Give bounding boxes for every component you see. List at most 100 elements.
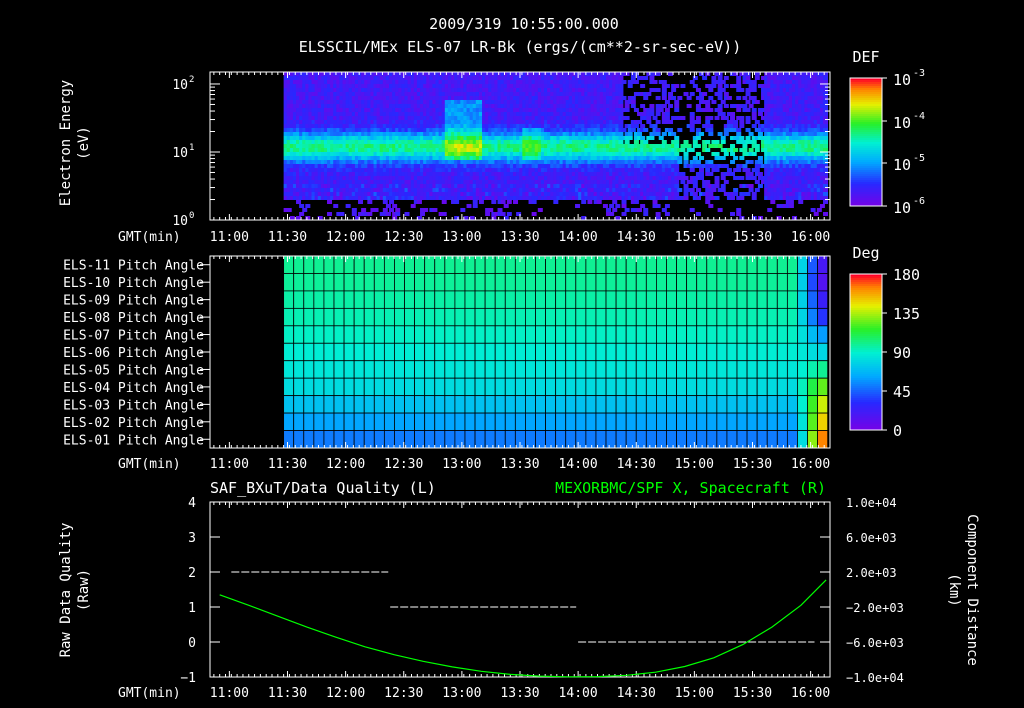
spectrogram-cell (649, 104, 655, 108)
spectrogram-cell (689, 92, 695, 96)
spectrogram-cell (699, 172, 705, 176)
spectrogram-cell (612, 200, 618, 204)
spectrogram-cell (745, 100, 751, 104)
spectrogram-cell (420, 212, 426, 216)
spectrogram-cell (615, 204, 621, 208)
spectrogram-cell (302, 208, 308, 212)
spectrogram-cell (497, 208, 503, 212)
spectrogram-cell (708, 116, 714, 120)
spectrogram-cell (664, 100, 670, 104)
spectrogram-cell (702, 144, 708, 148)
spectrogram-cell (655, 120, 661, 124)
spectrogram-cell (671, 132, 677, 136)
spectrogram-cell (664, 112, 670, 116)
spectrogram-cell (792, 216, 798, 220)
spectrogram-cell (531, 212, 537, 216)
spectrogram-cell (689, 112, 695, 116)
spectrogram-cell (531, 200, 537, 204)
spectrogram-cell (714, 168, 720, 172)
spectrogram-cell (733, 148, 739, 152)
spectrogram-cell (717, 96, 723, 100)
spectrogram-cell (695, 128, 701, 132)
spectrogram-cell (655, 88, 661, 92)
spectrogram-cell (692, 76, 698, 80)
spectrogram-cell (723, 132, 729, 136)
spectrogram-cell (680, 180, 686, 184)
spectrogram-cell (389, 208, 395, 212)
spectrogram-cell (410, 204, 416, 208)
spectrogram-cell (432, 208, 438, 212)
spectrogram-cell (289, 216, 295, 220)
spectrogram-cell (677, 96, 683, 100)
spectrogram-cell (609, 212, 615, 216)
spectrogram-cell (745, 116, 751, 120)
spectrogram-cell (730, 172, 736, 176)
spectrogram-cell (705, 200, 711, 204)
spectrogram-cell (736, 96, 742, 100)
spectrogram-cell (454, 200, 460, 204)
spectrogram-cell (674, 108, 680, 112)
spectrogram-cell (736, 168, 742, 172)
spectrogram-cell (618, 132, 624, 136)
spectrogram-cell (506, 212, 512, 216)
spectrogram-cell (757, 156, 763, 160)
spectrogram-cell (485, 212, 491, 216)
spectrogram-cell (720, 136, 726, 140)
spectrogram-cell (646, 92, 652, 96)
spectrogram-cell (708, 96, 714, 100)
spectrogram-cell (736, 80, 742, 84)
spectrogram-cell (395, 212, 401, 216)
spectrogram-cell (705, 148, 711, 152)
spectrogram-cell (661, 92, 667, 96)
spectrogram-cell (661, 104, 667, 108)
spectrogram-cell (385, 204, 391, 208)
spectrogram-cell (683, 196, 689, 200)
spectrogram-cell (751, 80, 757, 84)
spectrogram-cell (726, 96, 732, 100)
spectrogram-cell (751, 196, 757, 200)
spectrogram-cell (624, 104, 630, 108)
spectrogram-cell (624, 108, 630, 112)
spectrogram-cell (717, 144, 723, 148)
spectrogram-cell (745, 76, 751, 80)
spectrogram-cell (751, 176, 757, 180)
spectrogram-cell (751, 124, 757, 128)
spectrogram-cell (460, 208, 466, 212)
spectrogram-cell (730, 160, 736, 164)
spectrogram-cell (788, 204, 794, 208)
spectrogram-cell (733, 192, 739, 196)
spectrogram-cell (745, 72, 751, 76)
spectrogram-cell (389, 200, 395, 204)
spectrogram-cell (633, 124, 639, 128)
spectrogram-cell (649, 112, 655, 116)
spectrogram-cell (757, 132, 763, 136)
spectrogram-cell (618, 84, 624, 88)
spectrogram-cell (404, 212, 410, 216)
spectrogram-cell (705, 104, 711, 108)
spectrogram-cell (723, 76, 729, 80)
spectrogram-cell (661, 140, 667, 144)
spectrogram-cell (751, 192, 757, 196)
spectrogram-cell (751, 152, 757, 156)
spectrogram-cell (327, 200, 333, 204)
spectrogram-cell (618, 112, 624, 116)
spectrogram-cell (609, 204, 615, 208)
figure: 2009/319 10:55:00.000 ELSSCIL/MEx ELS-07… (58, 15, 980, 701)
spectrogram-cell (640, 124, 646, 128)
spectrogram-cell (748, 160, 754, 164)
spectrogram-cell (655, 132, 661, 136)
spectrogram-cell (630, 128, 636, 132)
spectrogram-cell (717, 132, 723, 136)
spectrogram-cell (621, 80, 627, 84)
spectrogram-cell (643, 128, 649, 132)
spectrogram-cell (661, 96, 667, 100)
spectrogram-cell (689, 188, 695, 192)
spectrogram-cell (695, 120, 701, 124)
spectrogram-cell (720, 100, 726, 104)
spectrogram-cell (702, 76, 708, 80)
spectrogram-cell (705, 100, 711, 104)
spectrogram-cell (714, 116, 720, 120)
spectrogram-cell (717, 84, 723, 88)
spectrogram-cell (658, 108, 664, 112)
spectrogram-cell (633, 200, 639, 204)
